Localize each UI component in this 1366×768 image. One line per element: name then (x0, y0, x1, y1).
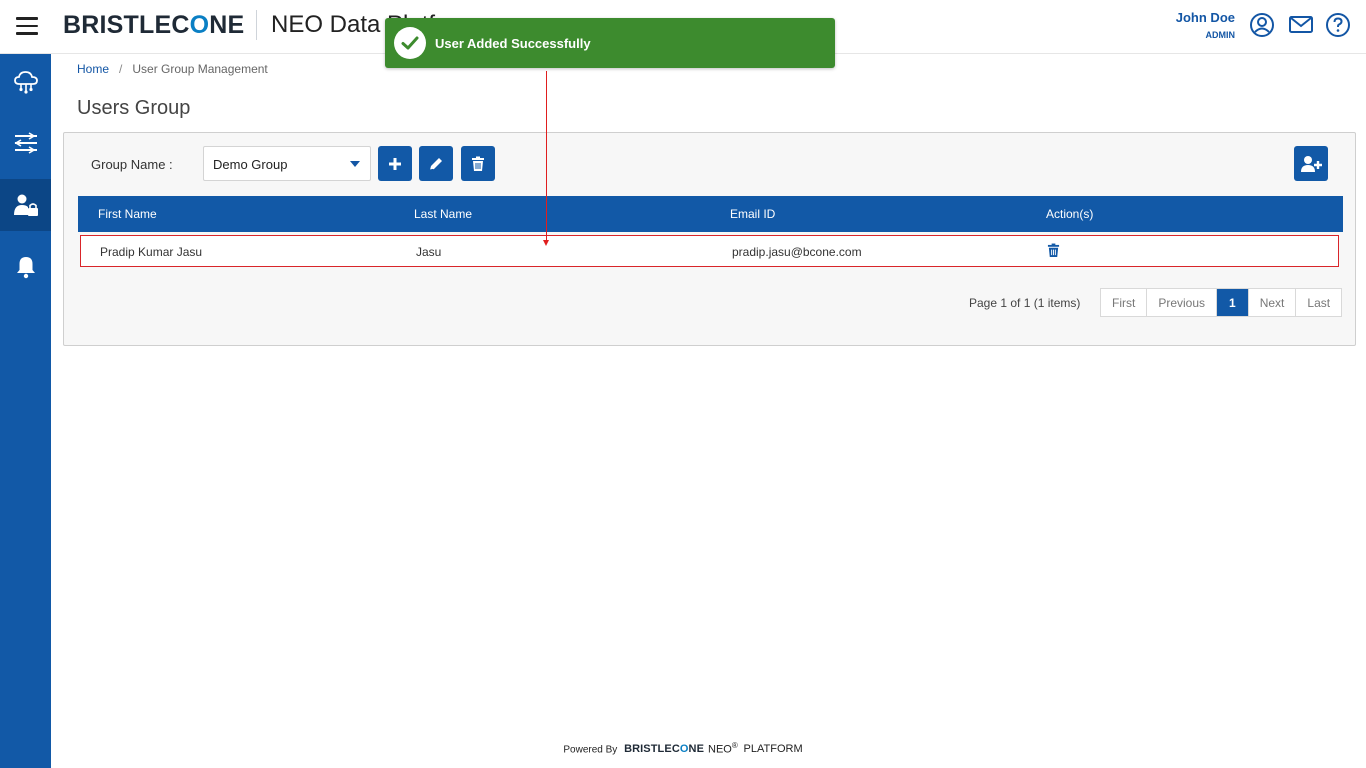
group-name-dropdown[interactable]: Demo Group (203, 146, 371, 181)
cloud-network-icon (13, 71, 38, 94)
pager-first-button[interactable]: First (1101, 289, 1148, 316)
sidebar-item-data-cloud[interactable] (0, 56, 51, 108)
group-name-label: Group Name : (91, 157, 173, 172)
trash-icon (472, 156, 484, 171)
pager-page-1[interactable]: 1 (1217, 289, 1249, 316)
table-row[interactable]: Pradip Kumar Jasu Jasu pradip.jasu@bcone… (80, 235, 1339, 267)
sidebar-item-pipelines[interactable] (0, 117, 51, 169)
user-plus-icon (1301, 155, 1322, 172)
pager-next-button[interactable]: Next (1249, 289, 1297, 316)
menu-icon[interactable] (16, 17, 38, 35)
trash-icon (1047, 243, 1060, 257)
breadcrumb-current: User Group Management (132, 62, 268, 76)
chevron-down-icon (350, 161, 360, 167)
sidebar (0, 54, 51, 768)
success-toast[interactable]: User Added Successfully (385, 18, 835, 68)
pager-last-button[interactable]: Last (1296, 289, 1341, 316)
sidebar-item-notifications[interactable] (0, 241, 51, 293)
column-email-id[interactable]: Email ID (730, 207, 775, 221)
group-name-value: Demo Group (213, 157, 288, 172)
cell-first-name: Pradip Kumar Jasu (100, 245, 203, 259)
footer-platform: PLATFORM (743, 743, 803, 756)
check-icon (394, 27, 426, 59)
toast-message: User Added Successfully (435, 35, 591, 51)
annotation-arrow-head (543, 240, 549, 246)
plus-icon (389, 157, 401, 170)
sidebar-item-user-groups[interactable] (0, 179, 51, 231)
pager-info: Page 1 of 1 (1 items) (969, 296, 1081, 310)
mail-icon[interactable] (1288, 12, 1314, 38)
pager-previous-button[interactable]: Previous (1147, 289, 1218, 316)
table-header: First Name Last Name Email ID Action(s) (78, 196, 1343, 232)
user-circle-icon[interactable] (1249, 12, 1275, 38)
edit-group-button[interactable] (419, 146, 453, 181)
user-lock-icon (13, 194, 38, 216)
user-name: John Doe (1175, 10, 1235, 25)
add-user-button[interactable] (1294, 146, 1328, 181)
column-last-name[interactable]: Last Name (414, 207, 472, 221)
help-icon[interactable] (1325, 12, 1351, 38)
annotation-arrow-line (546, 71, 547, 241)
header-divider (256, 10, 257, 40)
breadcrumb: Home / User Group Management (77, 62, 268, 76)
cell-last-name: Jasu (416, 245, 442, 259)
user-info[interactable]: John Doe ADMIN (1176, 10, 1235, 40)
column-actions: Action(s) (1046, 207, 1094, 221)
delete-group-button[interactable] (461, 146, 495, 181)
footer-logo: BRISTLECONE (624, 743, 705, 756)
footer-registered: ® (731, 741, 738, 750)
sliders-icon (13, 132, 37, 154)
breadcrumb-home[interactable]: Home (77, 62, 109, 76)
users-group-panel: Group Name : Demo Group First Name Last … (63, 132, 1356, 346)
page-title: Users Group (77, 97, 191, 119)
bell-icon (16, 257, 35, 279)
footer-neo: NEO (708, 743, 732, 756)
bristlecone-logo[interactable]: BRISTLECONE (63, 11, 244, 40)
footer: Powered By BRISTLECONE NEO® PLATFORM (0, 741, 1366, 755)
delete-user-button[interactable] (1047, 243, 1060, 261)
footer-powered-by: Powered By (563, 744, 618, 756)
pencil-icon (429, 157, 442, 170)
user-role: ADMIN (1205, 30, 1236, 40)
pagination: First Previous 1 Next Last (1100, 288, 1343, 317)
add-group-button[interactable] (378, 146, 412, 181)
cell-email: pradip.jasu@bcone.com (732, 245, 862, 259)
breadcrumb-separator: / (119, 62, 123, 76)
column-first-name[interactable]: First Name (98, 207, 157, 221)
